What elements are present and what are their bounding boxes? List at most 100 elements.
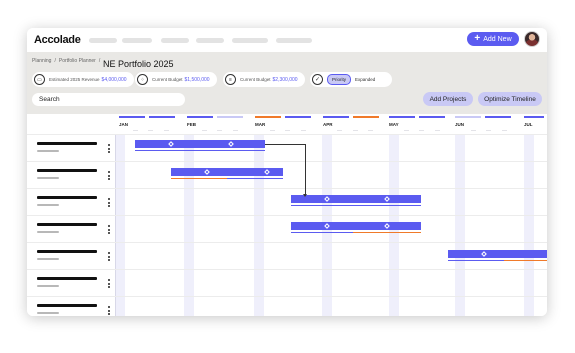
row-separator <box>27 242 547 243</box>
row-separator <box>27 134 547 135</box>
milestone-icon[interactable] <box>384 223 390 229</box>
nav-item[interactable] <box>196 38 224 43</box>
month-stripe <box>353 116 379 118</box>
project-underline <box>291 205 421 206</box>
stat-value: $4,000,000 <box>101 76 127 83</box>
app-window: Accolade + Add New Planning / Portfolio … <box>27 28 547 316</box>
search-input[interactable]: Search <box>32 93 185 106</box>
project-name-placeholder <box>37 304 97 307</box>
week-tick <box>148 130 153 131</box>
project-name-placeholder <box>37 142 97 145</box>
milestone-icon[interactable] <box>384 196 390 202</box>
view-toggle: ✓ Priority Expanded <box>310 72 392 87</box>
month-label: FEB <box>187 122 196 127</box>
week-tick <box>368 130 373 131</box>
add-new-label: Add New <box>483 35 512 43</box>
row-menu-icon[interactable] <box>108 306 110 315</box>
week-tick <box>502 130 507 131</box>
view-option-priority[interactable]: Priority <box>327 74 352 85</box>
project-name-placeholder <box>37 277 97 280</box>
project-meta-placeholder <box>37 204 59 206</box>
milestone-icon[interactable] <box>228 141 234 147</box>
project-bar[interactable] <box>171 168 283 176</box>
nav-item[interactable] <box>276 38 312 43</box>
milestone-icon[interactable] <box>481 251 487 257</box>
user-avatar[interactable] <box>524 31 540 47</box>
project-meta-placeholder <box>37 312 59 314</box>
row-separator <box>27 161 547 162</box>
stat-label: Estimated 2025 Revenue <box>49 77 100 82</box>
week-tick <box>419 130 424 131</box>
project-name-placeholder <box>37 250 97 253</box>
nav-item[interactable] <box>122 38 152 43</box>
nav-item[interactable] <box>161 38 189 43</box>
month-stripe <box>217 116 243 118</box>
add-projects-button[interactable]: Add Projects <box>423 92 473 106</box>
project-meta-placeholder <box>37 150 59 152</box>
breadcrumb-separator: / <box>98 58 101 64</box>
dependency-arrow-icon <box>303 194 307 197</box>
chat-icon: ▭ <box>34 74 45 85</box>
milestone-icon[interactable] <box>324 223 330 229</box>
week-tick <box>353 130 358 131</box>
breadcrumb-planning[interactable]: Planning <box>32 58 51 64</box>
nav-item[interactable] <box>89 38 117 43</box>
week-tick <box>164 130 169 131</box>
month-label: APR <box>323 122 333 127</box>
row-separator <box>27 215 547 216</box>
week-tick <box>486 130 491 131</box>
row-separator <box>27 188 547 189</box>
breadcrumb-portfolio-planner[interactable]: Portfolio Planner <box>59 58 96 64</box>
week-tick <box>270 130 275 131</box>
check-icon: ✓ <box>312 74 323 85</box>
project-meta-placeholder <box>37 285 59 287</box>
project-name-placeholder <box>37 196 97 199</box>
page-header: Planning / Portfolio Planner / NE Portfo… <box>27 52 547 114</box>
month-stripe <box>149 116 175 118</box>
row-menu-icon[interactable] <box>108 198 110 207</box>
stat-revenue: ▭ Estimated 2025 Revenue $4,000,000 <box>32 72 134 87</box>
dependency-line <box>305 144 306 196</box>
month-label: MAR <box>255 122 266 127</box>
project-underline <box>227 178 283 179</box>
project-bar[interactable] <box>448 250 547 258</box>
month-stripe <box>455 116 481 118</box>
project-bar[interactable] <box>135 140 265 148</box>
row-menu-icon[interactable] <box>108 279 110 288</box>
breadcrumb: Planning / Portfolio Planner / <box>32 58 100 64</box>
week-tick <box>337 130 342 131</box>
week-tick <box>285 130 290 131</box>
breadcrumb-separator: / <box>54 58 56 64</box>
stat-label: Current Budget <box>152 77 183 82</box>
row-menu-icon[interactable] <box>108 171 110 180</box>
list-icon: ≡ <box>225 74 236 85</box>
project-name-placeholder <box>37 169 97 172</box>
page-title: NE Portfolio 2025 <box>103 59 174 69</box>
row-menu-icon[interactable] <box>108 225 110 234</box>
milestone-icon[interactable] <box>168 141 174 147</box>
milestone-icon[interactable] <box>264 169 270 175</box>
add-new-button[interactable]: + Add New <box>467 32 519 46</box>
row-menu-icon[interactable] <box>108 252 110 261</box>
stat-budget-secondary: ≡ Current Budget $2,300,000 <box>223 72 305 87</box>
nav-item[interactable] <box>232 38 268 43</box>
plus-icon: + <box>474 33 481 44</box>
milestone-icon[interactable] <box>204 169 210 175</box>
stat-budget: ⁘ Current Budget $1,500,000 <box>135 72 217 87</box>
month-stripe <box>524 116 544 118</box>
dependency-line <box>265 144 306 145</box>
project-bar[interactable] <box>291 222 421 230</box>
optimize-timeline-button[interactable]: Optimize Timeline <box>478 92 542 106</box>
project-underline <box>448 260 504 261</box>
month-label: JAN <box>119 122 129 127</box>
month-stripe <box>119 116 145 118</box>
grid-icon: ⁘ <box>137 74 148 85</box>
milestone-icon[interactable] <box>324 196 330 202</box>
project-bar[interactable] <box>291 195 421 203</box>
month-stripe <box>187 116 213 118</box>
row-separator <box>27 296 547 297</box>
view-option-expanded[interactable]: Expanded <box>351 75 379 84</box>
timeline-grid: JAN FEB MAR APR MAY JUN JUL <box>27 114 547 316</box>
month-label: MAY <box>389 122 399 127</box>
row-menu-icon[interactable] <box>108 144 110 153</box>
